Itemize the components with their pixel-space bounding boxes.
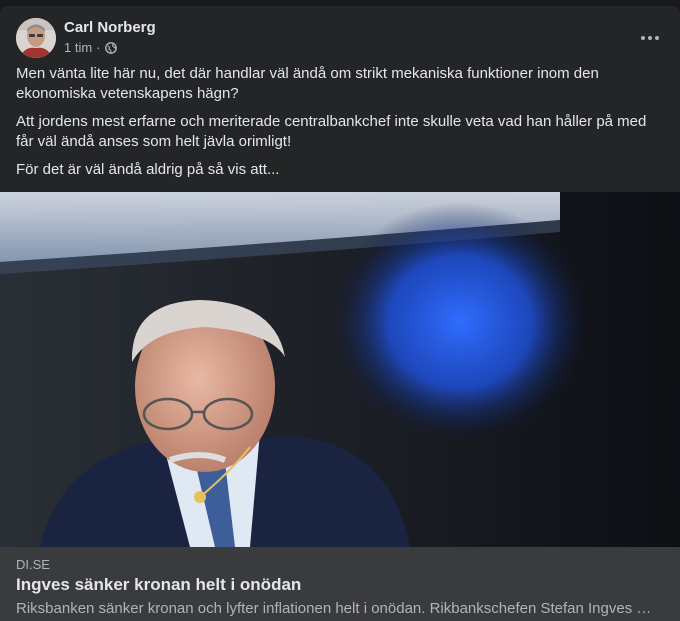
link-title[interactable]: Ingves sänker kronan helt i onödan bbox=[16, 575, 301, 595]
feed-post: Carl Norberg 1 tim · Men vänta lite här … bbox=[0, 6, 680, 621]
post-meta: 1 tim · bbox=[64, 40, 117, 55]
link-preview-info[interactable]: DI.SE Ingves sänker kronan helt i onödan… bbox=[0, 547, 680, 621]
post-paragraph: För det är väl ändå aldrig på så vis att… bbox=[16, 161, 280, 178]
link-domain: DI.SE bbox=[16, 557, 50, 572]
avatar[interactable] bbox=[16, 18, 56, 58]
post-author[interactable]: Carl Norberg bbox=[64, 19, 156, 36]
post-paragraph: Men vänta lite här nu, det där handlar v… bbox=[16, 65, 599, 102]
meta-separator: · bbox=[96, 40, 101, 55]
post-header: Carl Norberg 1 tim · bbox=[16, 18, 664, 58]
globe-icon[interactable] bbox=[104, 41, 117, 54]
link-description: Riksbanken sänker kronan och lyfter infl… bbox=[16, 600, 652, 617]
post-text: Men vänta lite här nu, det där handlar v… bbox=[16, 64, 656, 188]
post-paragraph: Att jordens mest erfarne och meriterade … bbox=[16, 113, 647, 150]
post-timestamp[interactable]: 1 tim bbox=[64, 40, 92, 55]
more-options-icon[interactable] bbox=[636, 24, 664, 52]
link-preview-image[interactable] bbox=[0, 192, 680, 547]
